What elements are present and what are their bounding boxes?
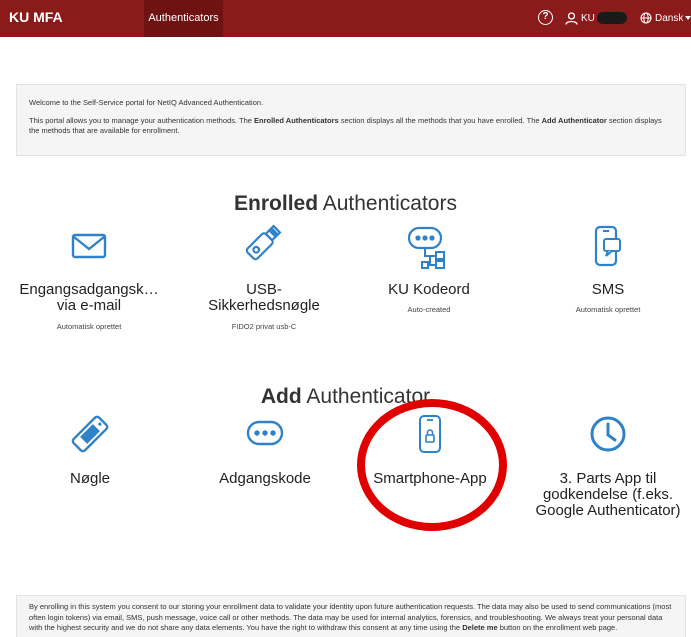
envelope-icon: [71, 233, 107, 259]
username-redacted: [596, 12, 627, 24]
enrolled-sms[interactable]: SMS Automatisk oprettet: [533, 225, 683, 335]
add-hardware-token-name: Nøgle: [69, 470, 110, 487]
delete-me-label: Delete me: [462, 623, 498, 632]
clock-icon: [590, 416, 626, 452]
enrolled-sms-name: SMS: [591, 281, 625, 298]
enrolled-email-name: Engangsadgangsk… via e-mail: [19, 281, 159, 314]
annotation-circle: [357, 399, 507, 531]
globe-icon: [640, 12, 652, 24]
language-menu[interactable]: Dansk: [640, 10, 691, 26]
enrolled-usb-name: USB- Sikkerhedsnøgle: [208, 281, 320, 314]
add-third-party-app[interactable]: 3. Parts App til godkendelse (f.eks. Goo…: [533, 414, 683, 524]
help-icon[interactable]: ?: [538, 10, 553, 25]
enrolled-ku-password[interactable]: KU Kodeord Auto-created: [354, 225, 504, 335]
enrolled-heading: Enrolled Authenticators: [234, 192, 457, 215]
welcome-panel: Welcome to the Self-Service portal for N…: [16, 84, 686, 156]
enrolled-sms-status: Automatisk oprettet: [575, 305, 641, 314]
enrolled-usb-status: FIDO2 privat usb-C: [231, 322, 297, 331]
password-network-icon: [407, 226, 445, 269]
enrolled-email-status: Automatisk oprettet: [56, 322, 122, 331]
add-password-name: Adgangskode: [219, 470, 311, 487]
brand-title[interactable]: KU MFA: [9, 9, 63, 25]
consent-panel: By enrolling in this system you consent …: [16, 595, 686, 637]
chevron-down-icon: [685, 16, 691, 20]
enrolled-ku-password-status: Auto-created: [407, 305, 451, 314]
add-third-party-app-name: 3. Parts App til godkendelse (f.eks. Goo…: [535, 470, 681, 519]
user-menu[interactable]: KU: [565, 9, 627, 27]
welcome-text: Welcome to the Self-Service portal for N…: [29, 98, 264, 107]
sms-phone-icon: [594, 225, 621, 267]
add-heading: Add Authenticator: [260, 385, 431, 408]
top-navbar: KU MFA Authenticators ? KU Dansk: [0, 0, 691, 37]
add-hardware-token[interactable]: Nøgle: [15, 414, 165, 524]
enrolled-ku-password-name: KU Kodeord: [388, 281, 470, 298]
username-label: KU: [581, 12, 595, 24]
enrolled-email[interactable]: Engangsadgangsk… via e-mail Automatisk o…: [14, 225, 164, 335]
welcome-description: This portal allows you to manage your au…: [29, 115, 662, 136]
consent-text: By enrolling in this system you consent …: [29, 602, 672, 632]
tab-authenticators[interactable]: Authenticators: [144, 0, 223, 37]
enrolled-usb[interactable]: USB- Sikkerhedsnøgle FIDO2 privat usb-C: [189, 224, 339, 335]
add-password[interactable]: Adgangskode: [190, 414, 340, 524]
usb-key-icon: [245, 224, 282, 261]
password-icon: [246, 420, 284, 446]
user-icon: [565, 11, 578, 25]
hardware-token-icon: [71, 415, 109, 453]
language-label: Dansk: [655, 12, 684, 24]
